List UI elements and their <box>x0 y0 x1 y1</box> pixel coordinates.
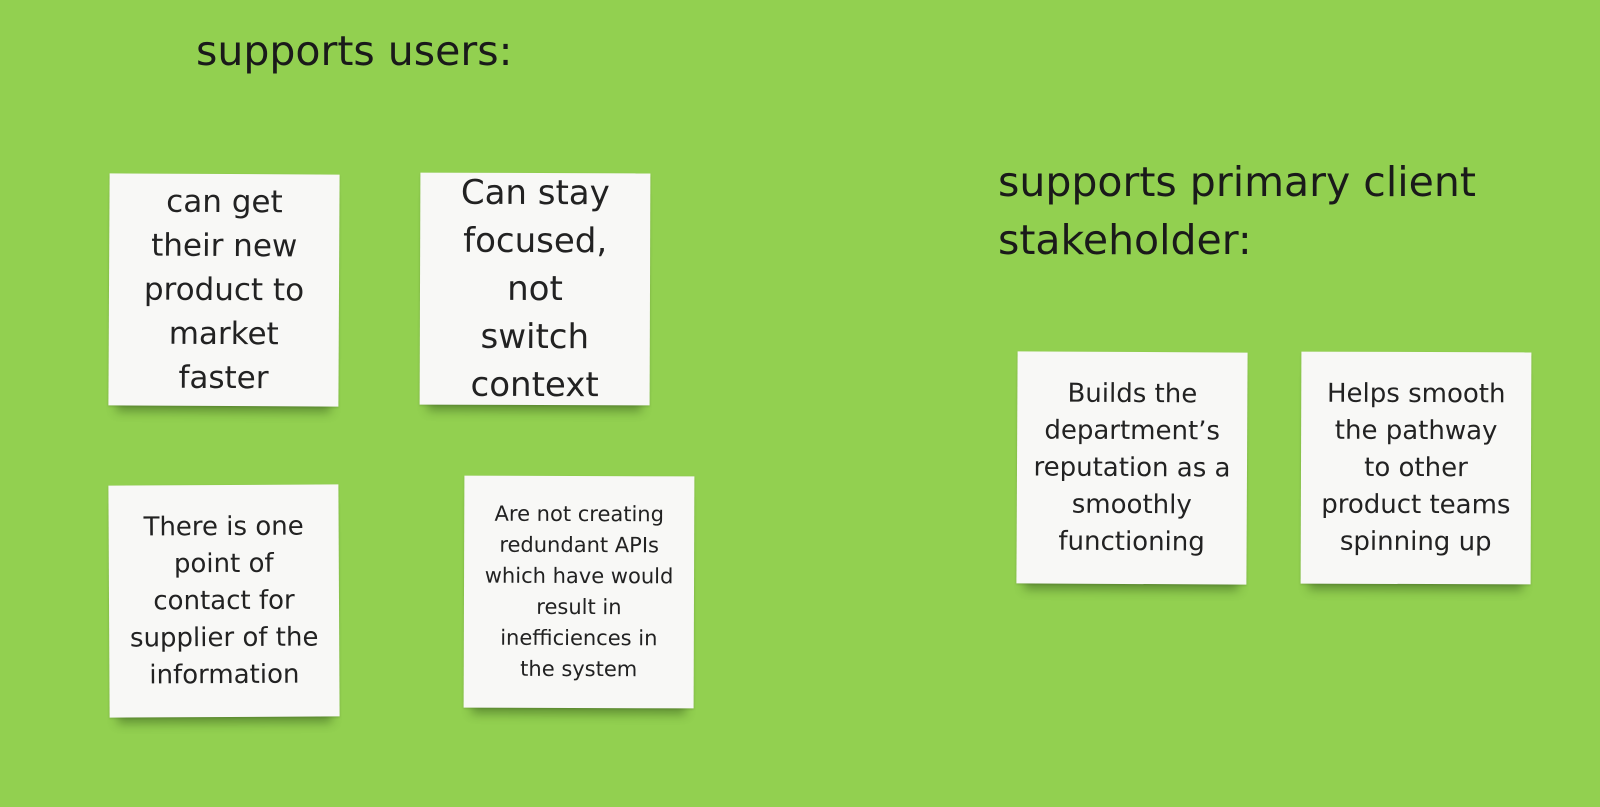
stakeholder-heading-line-1: supports primary client <box>998 158 1476 206</box>
supports-users-heading[interactable]: supports users: <box>196 22 512 80</box>
sticky-note-market-faster[interactable]: can get their new product to market fast… <box>108 173 340 407</box>
supports-stakeholder-heading[interactable]: supports primary client stakeholder: <box>998 153 1476 269</box>
sticky-note-point-of-contact[interactable]: There is one point of contact for suppli… <box>108 484 340 718</box>
sticky-note-text: can get their new product to market fast… <box>143 183 305 397</box>
sticky-note-stay-focused[interactable]: Can stay focused, not switch context <box>419 172 651 406</box>
sticky-note-text: Can stay focused, not switch context <box>460 172 610 406</box>
sticky-note-text: Helps smooth the pathway to other produc… <box>1321 378 1511 557</box>
sticky-note-redundant-apis[interactable]: Are not creating redundant APIs which ha… <box>463 475 695 709</box>
whiteboard-canvas[interactable]: supports users: supports primary client … <box>0 0 1600 807</box>
sticky-note-text: Builds the department’s reputation as a … <box>1033 378 1231 557</box>
stakeholder-heading-line-2: stakeholder: <box>998 216 1252 264</box>
sticky-note-text: There is one point of contact for suppli… <box>129 511 319 690</box>
sticky-note-text: Are not creating redundant APIs which ha… <box>484 501 674 682</box>
sticky-note-department-reputation[interactable]: Builds the department’s reputation as a … <box>1016 351 1248 585</box>
sticky-note-pathway-product-teams[interactable]: Helps smooth the pathway to other produc… <box>1300 351 1532 585</box>
